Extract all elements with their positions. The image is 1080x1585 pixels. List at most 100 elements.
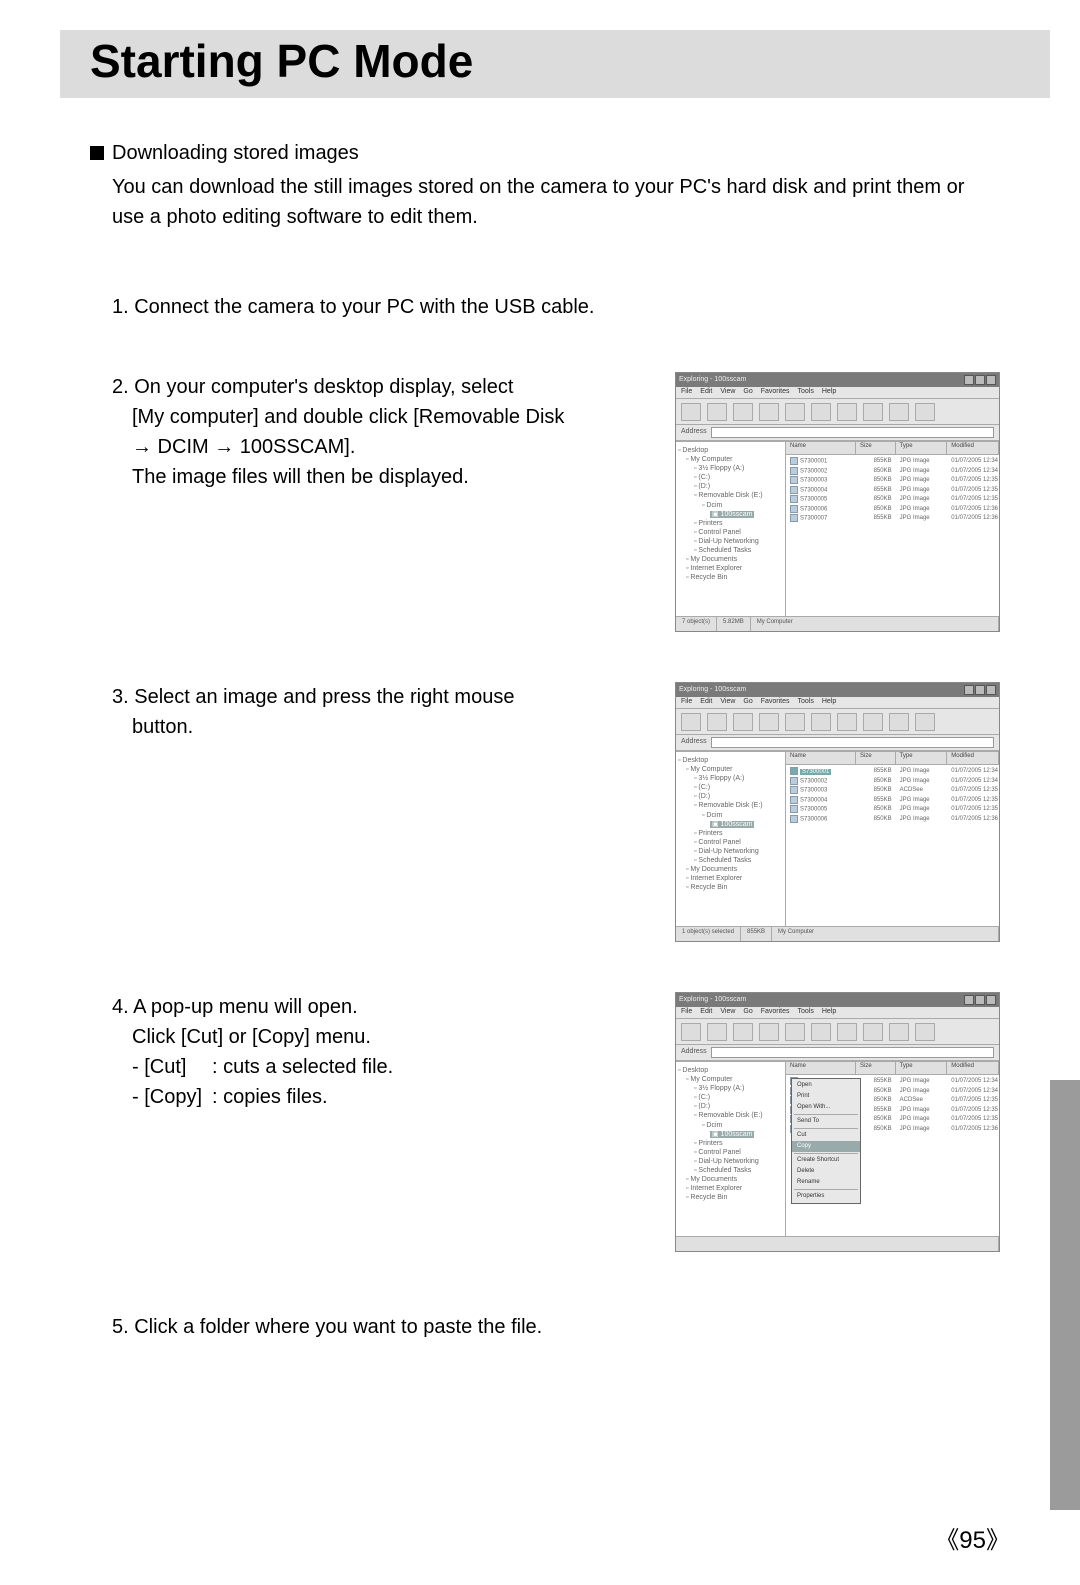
toolbar-back-icon: [681, 713, 701, 731]
file-row: S7300003850KBACDSee01/07/2005 12:35: [786, 786, 999, 796]
toolbar-prop-icon: [889, 713, 909, 731]
menu-help: Help: [822, 697, 836, 708]
addr-field: [711, 1047, 994, 1058]
file-list: S7300001855KBJPG Image01/07/2005 12:34 S7…: [786, 765, 999, 926]
step-2-line1: 2. On your computer's desktop display, s…: [112, 372, 655, 402]
addr-label: Address: [681, 427, 707, 438]
copy-val: : copies files.: [212, 1082, 328, 1112]
toolbar-copy-icon: [785, 403, 805, 421]
toolbar-delete-icon: [863, 713, 883, 731]
toolbar-cut-icon: [759, 713, 779, 731]
context-menu-item: Delete: [792, 1166, 860, 1177]
tree-item: ▫ Recycle Bin: [686, 1193, 783, 1202]
step-2: 2. On your computer's desktop display, s…: [112, 372, 1000, 632]
toolbar-copy-icon: [785, 713, 805, 731]
tree-item: ▫ Dial-Up Networking: [694, 1157, 783, 1166]
menu-edit: Edit: [700, 1007, 712, 1018]
minimize-icon: [964, 375, 974, 385]
tree-item: ▫ Dcim: [702, 501, 783, 510]
step-2-line4: The image files will then be displayed.: [132, 462, 655, 492]
step-4-line1: 4. A pop-up menu will open.: [112, 992, 655, 1022]
tree-item: ▫ Recycle Bin: [686, 883, 783, 892]
context-menu-item: Properties: [792, 1191, 860, 1202]
tree-item: ▫ Internet Explorer: [686, 874, 783, 883]
step-1: 1. Connect the camera to your PC with th…: [112, 292, 1000, 322]
menu-file: File: [681, 697, 692, 708]
step-5: 5. Click a folder where you want to past…: [112, 1312, 1000, 1342]
col-name: Name: [786, 752, 856, 764]
tree-item: ▫ My Documents: [686, 555, 783, 564]
tree-item: ▫ Control Panel: [694, 1148, 783, 1157]
col-type: Type: [896, 1062, 948, 1074]
file-row: S7300006850KBJPG Image01/07/2005 12:36: [786, 815, 999, 825]
context-menu-item: Print: [792, 1091, 860, 1102]
menu-tools: Tools: [798, 1007, 814, 1018]
cut-val: : cuts a selected file.: [212, 1052, 393, 1082]
toolbar-up-icon: [733, 713, 753, 731]
tree-item: ▫ Printers: [694, 829, 783, 838]
page-title: Starting PC Mode: [90, 34, 1020, 88]
col-size: Size: [856, 442, 896, 454]
file-row: S7300006850KBJPG Image01/07/2005 12:36: [786, 505, 999, 515]
toolbar-cut-icon: [759, 1023, 779, 1041]
menu-go: Go: [743, 387, 752, 398]
menu-fav: Favorites: [761, 697, 790, 708]
toolbar-paste-icon: [811, 713, 831, 731]
explorer-screenshot-3: Exploring - 100sscam File Edit View Go F…: [675, 992, 1000, 1252]
file-row: S7300004855KBJPG Image01/07/2005 12:35: [786, 796, 999, 806]
col-modified: Modified: [947, 752, 999, 764]
col-type: Type: [896, 752, 948, 764]
context-menu: OpenPrintOpen With...Send ToCutCopyCreat…: [791, 1078, 861, 1204]
tree-item: ▫ Dial-Up Networking: [694, 537, 783, 546]
tree-item: ▫ Recycle Bin: [686, 573, 783, 582]
tree-item: ▣ 100sscam: [710, 1130, 783, 1139]
menu-file: File: [681, 387, 692, 398]
tree-item: ▫ Removable Disk (E:): [694, 801, 783, 810]
window-title: Exploring - 100sscam: [679, 375, 963, 386]
file-row: S7300001855KBJPG Image01/07/2005 12:34: [786, 767, 999, 777]
tree-item: ▣ 100sscam: [710, 510, 783, 519]
toolbar-prop-icon: [889, 1023, 909, 1041]
close-icon: [986, 685, 996, 695]
addr-field: [711, 737, 994, 748]
title-band: Starting PC Mode: [60, 30, 1050, 98]
step-2-line3: → DCIM → 100SSCAM].: [132, 432, 655, 462]
context-menu-item: Cut: [792, 1130, 860, 1141]
heading-text: Downloading stored images: [112, 138, 359, 168]
menu-view: View: [720, 1007, 735, 1018]
col-name: Name: [786, 1062, 856, 1074]
step-4: 4. A pop-up menu will open. Click [Cut] …: [112, 992, 1000, 1252]
col-size: Size: [856, 752, 896, 764]
toolbar-views-icon: [915, 403, 935, 421]
tree-item: ▣ 100sscam: [710, 820, 783, 829]
minimize-icon: [964, 685, 974, 695]
folder-tree: ▫ Desktop▫ My Computer▫ 3½ Floppy (A:)▫ …: [676, 1062, 786, 1236]
menu-edit: Edit: [700, 697, 712, 708]
tree-item: ▫ Scheduled Tasks: [694, 546, 783, 555]
status-size: 855KB: [741, 927, 772, 941]
addr-label: Address: [681, 1047, 707, 1058]
step-3-line1: 3. Select an image and press the right m…: [112, 682, 655, 712]
tree-item: ▫ Printers: [694, 519, 783, 528]
addr-field: [711, 427, 994, 438]
toolbar-fwd-icon: [707, 403, 727, 421]
col-modified: Modified: [947, 1062, 999, 1074]
context-menu-item: Copy: [792, 1141, 860, 1152]
step-2-line2: [My computer] and double click [Removabl…: [132, 402, 655, 432]
tree-item: ▫ Dial-Up Networking: [694, 847, 783, 856]
minimize-icon: [964, 995, 974, 1005]
tree-item: ▫ 3½ Floppy (A:): [694, 464, 783, 473]
page-number: 《95》: [935, 1520, 1010, 1555]
tree-item: ▫ Desktop: [678, 446, 783, 455]
explorer-screenshot-2: Exploring - 100sscam File Edit View Go F…: [675, 682, 1000, 942]
window-title: Exploring - 100sscam: [679, 995, 963, 1006]
col-type: Type: [896, 442, 948, 454]
close-icon: [986, 375, 996, 385]
intro-text: You can download the still images stored…: [112, 172, 1000, 232]
tree-item: ▫ Scheduled Tasks: [694, 856, 783, 865]
file-row: S7300007855KBJPG Image01/07/2005 12:36: [786, 514, 999, 524]
step-3-line2: button.: [132, 712, 655, 742]
tree-item: ▫ 3½ Floppy (A:): [694, 1084, 783, 1093]
tree-item: ▫ Removable Disk (E:): [694, 491, 783, 500]
close-icon: [986, 995, 996, 1005]
